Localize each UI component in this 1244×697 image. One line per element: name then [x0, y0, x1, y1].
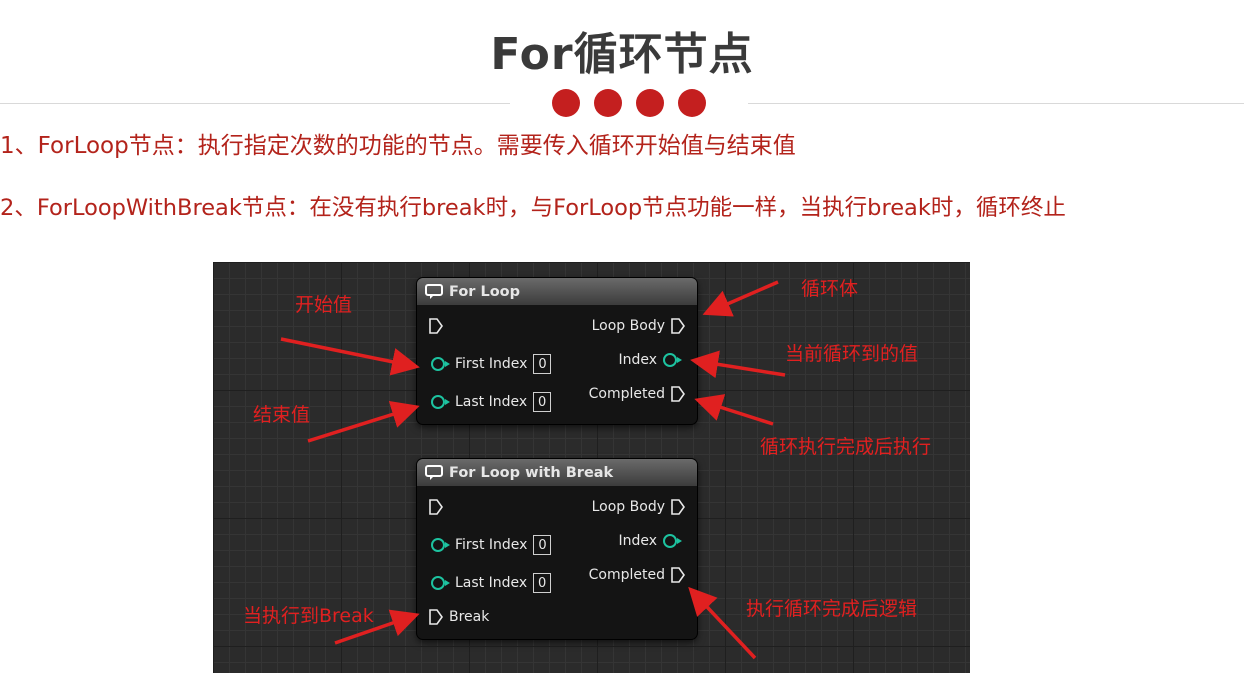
- node-title: For Loop with Break: [449, 464, 614, 481]
- title-divider-left: [0, 103, 510, 104]
- pin-label: Last Index: [455, 575, 528, 591]
- pin-label: Break: [449, 609, 490, 625]
- exec-pin-icon: [671, 386, 685, 402]
- pin-label: Loop Body: [591, 499, 665, 515]
- red-dot-icon: [636, 89, 664, 117]
- for-loop-with-break-node-header[interactable]: For Loop with Break: [417, 459, 697, 486]
- exec-pin-icon: [429, 318, 443, 334]
- completed-pin[interactable]: Completed: [589, 567, 685, 583]
- title-divider-right: [748, 103, 1244, 104]
- annotation-current-index: 当前循环到的值: [785, 343, 919, 365]
- title-dots: [552, 89, 706, 117]
- first-index-pin[interactable]: First Index 0: [431, 535, 552, 555]
- break-pin[interactable]: Break: [429, 609, 489, 625]
- last-index-pin[interactable]: Last Index 0: [431, 392, 552, 412]
- exec-in-pin[interactable]: [429, 318, 443, 334]
- last-index-input[interactable]: 0: [533, 573, 552, 593]
- index-pin[interactable]: Index: [618, 352, 683, 368]
- annotation-start-value: 开始值: [295, 294, 353, 316]
- pin-label: First Index: [455, 537, 528, 553]
- first-index-input[interactable]: 0: [533, 354, 552, 374]
- pin-label: Index: [618, 533, 657, 549]
- description-line-2: 2、ForLoopWithBreak节点：在没有执行break时，与ForLoo…: [0, 195, 1066, 221]
- first-index-input[interactable]: 0: [533, 535, 552, 555]
- pin-label: Last Index: [455, 394, 528, 410]
- exec-pin-icon: [429, 609, 443, 625]
- index-pin[interactable]: Index: [618, 533, 683, 549]
- exec-pin-icon: [671, 318, 685, 334]
- node-title: For Loop: [449, 283, 521, 300]
- red-arrow-icon: [690, 350, 786, 379]
- pin-label: Completed: [588, 386, 665, 402]
- slide-title: For循环节点: [490, 29, 754, 80]
- red-arrow-icon: [280, 337, 420, 376]
- blueprint-graph: For Loop Loop Body First Index 0 Index L…: [213, 262, 970, 673]
- annotation-end-value: 结束值: [253, 404, 311, 426]
- red-dot-icon: [594, 89, 622, 117]
- exec-in-pin[interactable]: [429, 499, 443, 515]
- data-pin-icon: [663, 353, 682, 367]
- red-arrow-icon: [702, 280, 779, 317]
- annotation-after-complete-logic: 执行循环完成后逻辑: [746, 598, 918, 620]
- for-loop-node-header[interactable]: For Loop: [417, 278, 697, 305]
- last-index-pin[interactable]: Last Index 0: [431, 573, 552, 593]
- first-index-pin[interactable]: First Index 0: [431, 354, 552, 374]
- red-arrow-icon: [694, 394, 774, 426]
- loop-body-pin[interactable]: Loop Body: [592, 318, 685, 334]
- pin-label: Loop Body: [591, 318, 665, 334]
- data-pin-icon: [431, 538, 450, 552]
- for-loop-node[interactable]: For Loop Loop Body First Index 0 Index L…: [417, 278, 697, 424]
- last-index-input[interactable]: 0: [533, 392, 552, 412]
- annotation-loop-body: 循环体: [801, 278, 859, 300]
- data-pin-icon: [431, 576, 450, 590]
- loop-icon: [425, 464, 443, 480]
- pin-label: First Index: [455, 356, 528, 372]
- completed-pin[interactable]: Completed: [589, 386, 685, 402]
- annotation-on-break: 当执行到Break: [243, 605, 374, 627]
- loop-icon: [425, 283, 443, 299]
- pin-label: Index: [618, 352, 657, 368]
- data-pin-icon: [431, 395, 450, 409]
- exec-pin-icon: [671, 567, 685, 583]
- pin-label: Completed: [588, 567, 665, 583]
- red-dot-icon: [552, 89, 580, 117]
- data-pin-icon: [431, 357, 450, 371]
- description-line-1: 1、ForLoop节点：执行指定次数的功能的节点。需要传入循环开始值与结束值: [0, 133, 796, 159]
- red-dot-icon: [678, 89, 706, 117]
- data-pin-icon: [663, 534, 682, 548]
- red-arrow-icon: [307, 400, 420, 443]
- exec-pin-icon: [671, 499, 685, 515]
- for-loop-with-break-node[interactable]: For Loop with Break Loop Body First Inde…: [417, 459, 697, 639]
- annotation-after-complete: 循环执行完成后执行: [760, 436, 932, 458]
- exec-pin-icon: [429, 499, 443, 515]
- loop-body-pin[interactable]: Loop Body: [592, 499, 685, 515]
